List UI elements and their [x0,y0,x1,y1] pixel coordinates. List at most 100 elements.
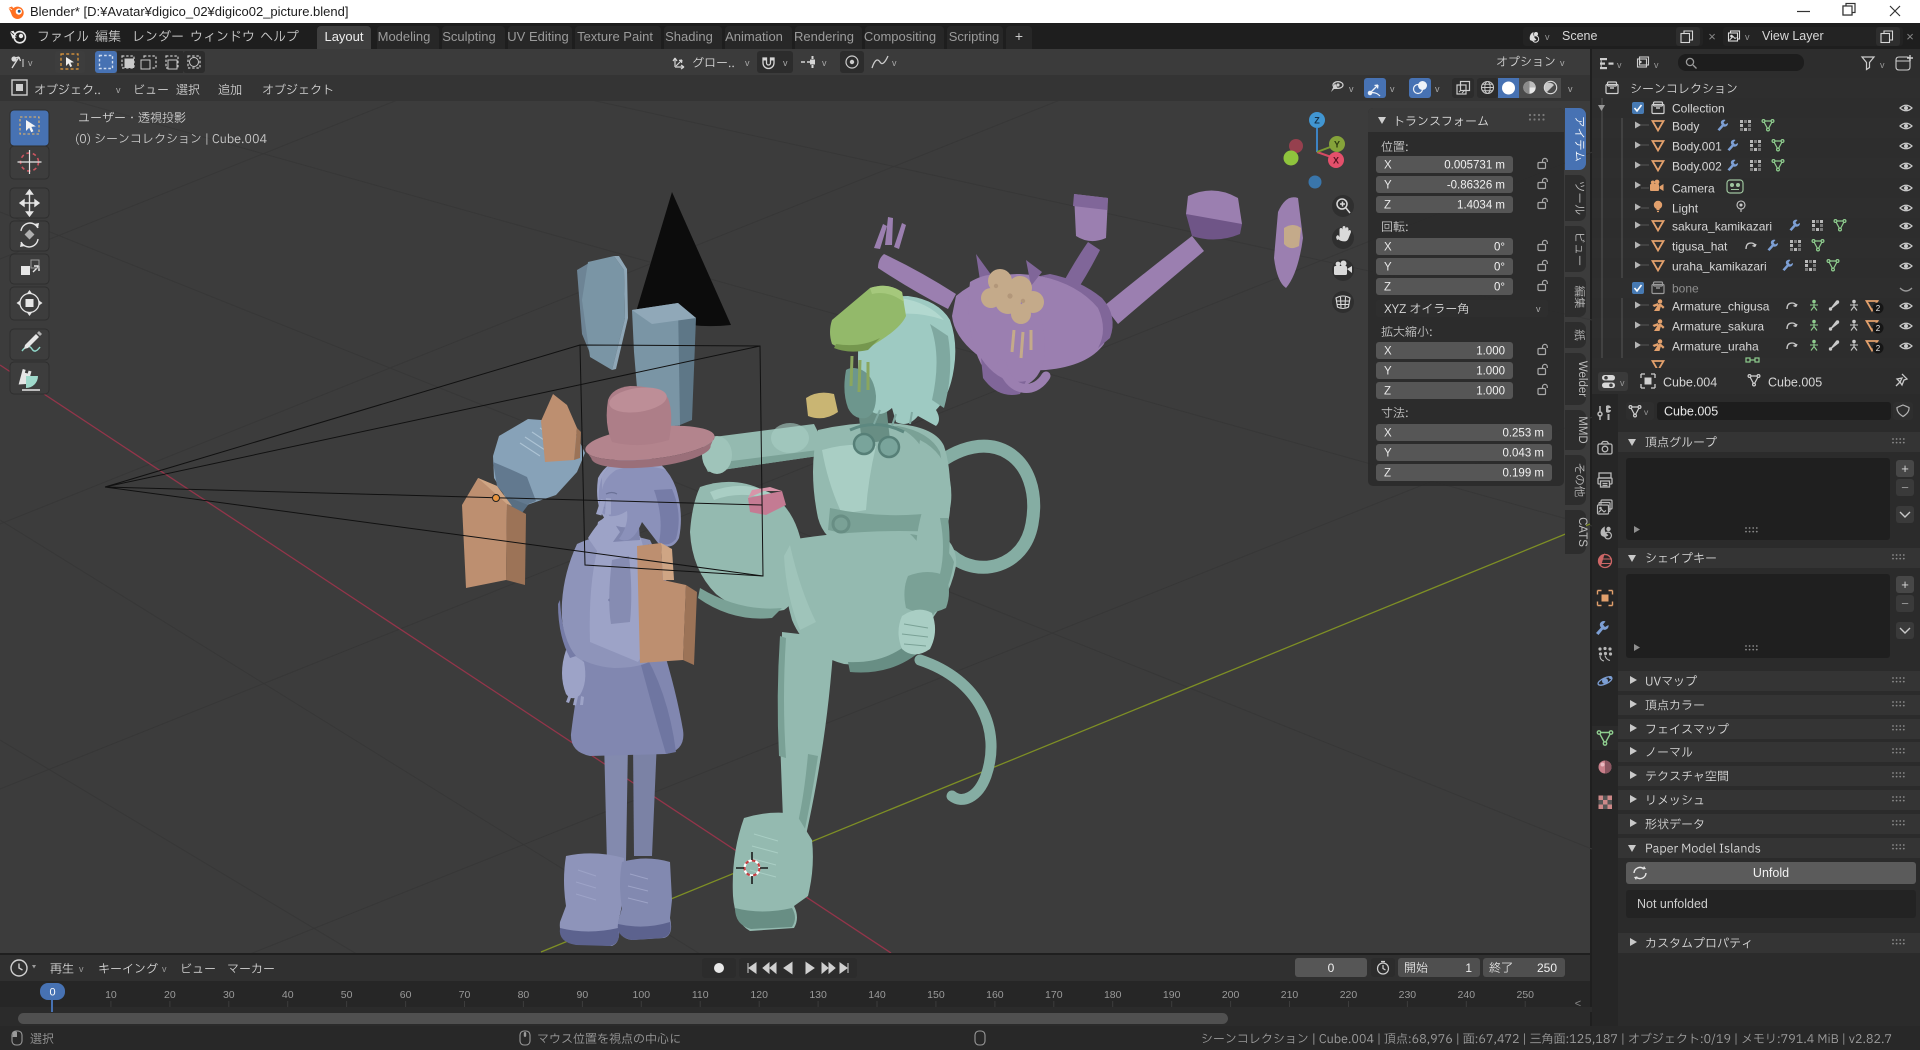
svg-text:250: 250 [1537,961,1557,975]
svg-text:Animation: Animation [725,29,783,44]
svg-text:Rendering: Rendering [794,29,854,44]
svg-text:X: X [1333,156,1339,166]
svg-text:160: 160 [986,989,1004,1001]
svg-text:Collection: Collection [1672,102,1725,116]
svg-text:10: 10 [105,989,117,1001]
svg-text:v: v [822,58,827,68]
svg-text:0°: 0° [1494,262,1505,274]
svg-text:Layout: Layout [324,29,363,44]
svg-text:v: v [745,58,750,68]
svg-text:+: + [1901,577,1909,592]
svg-text:v: v [1620,378,1625,388]
svg-text:v: v [1536,304,1541,314]
svg-text:v: v [162,964,167,974]
svg-text:0.199 m: 0.199 m [1502,468,1544,480]
svg-text:40: 40 [282,989,294,1001]
svg-text:×: × [1906,29,1914,44]
svg-text:150: 150 [927,989,945,1001]
svg-text:v: v [28,58,33,68]
svg-text:Z: Z [1384,200,1391,212]
svg-text:v: v [1435,84,1440,94]
svg-text:v: v [1745,32,1750,42]
svg-text:1.000: 1.000 [1476,386,1505,398]
svg-text:−: − [1901,480,1909,495]
svg-text:80: 80 [518,989,530,1001]
svg-text:Y: Y [1384,180,1392,192]
svg-text:Y: Y [1384,262,1392,274]
svg-text:bone: bone [1672,282,1699,296]
svg-text:1: 1 [1465,961,1472,975]
svg-text:30: 30 [223,989,235,1001]
svg-text:2: 2 [1876,324,1881,333]
svg-text:v: v [1568,84,1573,94]
svg-text:Scene: Scene [1562,29,1597,43]
svg-text:v: v [1560,58,1565,68]
svg-text:v: v [1654,60,1659,70]
svg-text:v: v [1545,32,1550,42]
svg-text:100: 100 [633,989,651,1001]
svg-text:v: v [1880,60,1885,70]
svg-text:v: v [79,964,84,974]
svg-text:230: 230 [1399,989,1417,1001]
svg-text:0.005731 m: 0.005731 m [1444,160,1505,172]
svg-text:200: 200 [1222,989,1240,1001]
svg-text:210: 210 [1281,989,1299,1001]
svg-text:240: 240 [1458,989,1476,1001]
svg-text:1.000: 1.000 [1476,366,1505,378]
svg-text:X: X [1384,428,1392,440]
svg-text:<: < [1575,998,1581,1010]
svg-text:CATS: CATS [1576,517,1588,547]
svg-text:Cube.005: Cube.005 [1664,405,1718,419]
svg-text:Y: Y [1384,366,1392,378]
svg-text:0: 0 [1328,961,1335,975]
svg-text:X: X [1384,242,1392,254]
svg-text:-0.86326 m: -0.86326 m [1447,180,1505,192]
svg-text:Z: Z [1384,282,1391,294]
svg-text:v: v [892,58,897,68]
svg-text:Armature_uraha: Armature_uraha [1672,340,1759,354]
svg-text:sakura_kamikazari: sakura_kamikazari [1672,220,1772,234]
svg-text:X: X [1384,346,1392,358]
svg-text:Body: Body [1672,120,1699,134]
svg-text:Y: Y [1384,448,1392,460]
svg-text:190: 190 [1163,989,1181,1001]
svg-text:60: 60 [400,989,412,1001]
svg-text:140: 140 [868,989,886,1001]
svg-text:Shading: Shading [665,29,713,44]
svg-text:170: 170 [1045,989,1063,1001]
svg-text:Unfold: Unfold [1753,866,1789,880]
svg-text:130: 130 [809,989,827,1001]
svg-text:View Layer: View Layer [1762,29,1824,43]
svg-text:90: 90 [577,989,589,1001]
svg-text:0°: 0° [1494,282,1505,294]
svg-text:v: v [1390,84,1395,94]
svg-text:Sculpting: Sculpting [442,29,495,44]
svg-text:Y: Y [1334,140,1340,150]
svg-text:Z: Z [1314,116,1320,126]
svg-text:v: v [1349,84,1354,94]
svg-text:−: − [1901,596,1909,611]
svg-text:220: 220 [1340,989,1358,1001]
svg-text:UV Editing: UV Editing [507,29,568,44]
svg-text:Armature_chigusa: Armature_chigusa [1672,300,1770,314]
svg-text:Body.001: Body.001 [1672,140,1722,154]
svg-text:0°: 0° [1494,242,1505,254]
svg-text:v: v [783,58,788,68]
svg-text:tigusa_hat: tigusa_hat [1672,240,1728,254]
svg-text:2: 2 [1876,344,1881,353]
svg-text:Scripting: Scripting [949,29,1000,44]
svg-text:250: 250 [1516,989,1534,1001]
svg-text:Z: Z [1384,386,1391,398]
svg-text:MMD: MMD [1576,416,1588,443]
svg-text:Blender* [D:¥Avatar¥digico_02¥: Blender* [D:¥Avatar¥digico_02¥digico02_p… [30,4,348,19]
svg-text:120: 120 [750,989,768,1001]
svg-text:0.253 m: 0.253 m [1502,428,1544,440]
svg-text:70: 70 [459,989,471,1001]
svg-text:X: X [1384,160,1392,172]
svg-text:1.4034 m: 1.4034 m [1457,200,1505,212]
svg-text:Cube.005: Cube.005 [1768,376,1822,390]
svg-text:×: × [1708,29,1716,44]
svg-text:Compositing: Compositing [864,29,936,44]
svg-text:0: 0 [49,987,55,999]
svg-text:+: + [1901,461,1909,476]
